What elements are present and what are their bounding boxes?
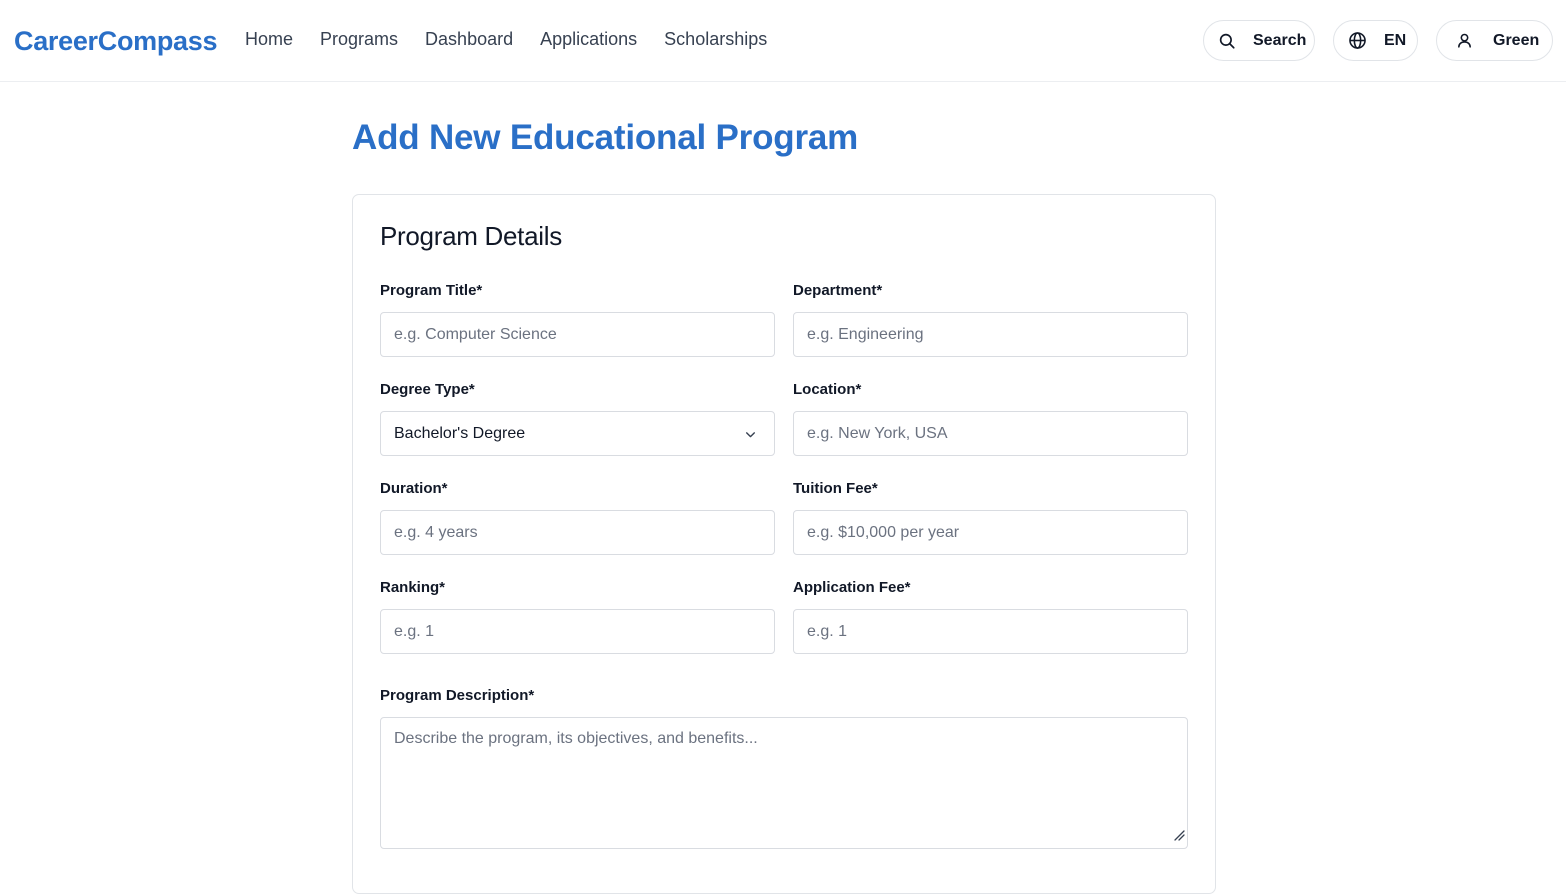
chevron-down-icon [744,428,757,446]
program-title-field [380,312,775,357]
tuition-fee-field [793,510,1188,555]
language-label: EN [1384,31,1407,49]
ranking-label: Ranking* [380,579,446,596]
location-label: Location* [793,381,862,398]
degree-type-label: Degree Type* [380,381,475,398]
application-fee-field [793,609,1188,654]
resize-handle-icon[interactable] [1173,828,1185,846]
user-icon [1456,32,1473,49]
program-details-card: Program Details Program Title* Departmen… [352,194,1216,894]
ranking-field [380,609,775,654]
department-label: Department* [793,282,883,299]
section-title: Program Details [380,221,562,251]
search-button[interactable]: Search [1203,20,1315,61]
nav-link-programs[interactable]: Programs [320,29,398,50]
user-menu-button[interactable]: Green [1436,20,1553,61]
language-selector[interactable]: EN [1333,20,1418,61]
location-field [793,411,1188,456]
main-nav: Home Programs Dashboard Applications Sch… [245,29,767,50]
nav-link-scholarships[interactable]: Scholarships [664,29,767,50]
application-fee-label: Application Fee* [793,579,911,596]
nav-link-home[interactable]: Home [245,29,293,50]
page-title: Add New Educational Program [352,118,859,157]
search-icon [1218,32,1236,50]
globe-icon [1348,31,1367,50]
program-description-label: Program Description* [380,687,535,704]
duration-input[interactable] [394,523,774,542]
user-name-label: Green [1493,31,1540,49]
nav-link-dashboard[interactable]: Dashboard [425,29,513,50]
brand-logo[interactable]: CareerCompass [14,26,218,57]
application-fee-input[interactable] [807,622,1187,641]
program-description-field [380,717,1188,849]
tuition-fee-input[interactable] [807,523,1187,542]
degree-type-select[interactable]: Bachelor's Degree [380,411,775,456]
top-navigation-bar: CareerCompass Home Programs Dashboard Ap… [0,0,1566,82]
search-button-label: Search [1253,31,1307,49]
location-input[interactable] [807,424,1187,443]
program-title-input[interactable] [394,325,774,344]
department-input[interactable] [807,325,1187,344]
ranking-input[interactable] [394,622,774,641]
nav-link-applications[interactable]: Applications [540,29,637,50]
department-field [793,312,1188,357]
duration-field [380,510,775,555]
program-description-textarea[interactable] [381,718,1187,848]
degree-type-value: Bachelor's Degree [394,424,526,442]
program-title-label: Program Title* [380,282,483,299]
duration-label: Duration* [380,480,448,497]
tuition-fee-label: Tuition Fee* [793,480,878,497]
